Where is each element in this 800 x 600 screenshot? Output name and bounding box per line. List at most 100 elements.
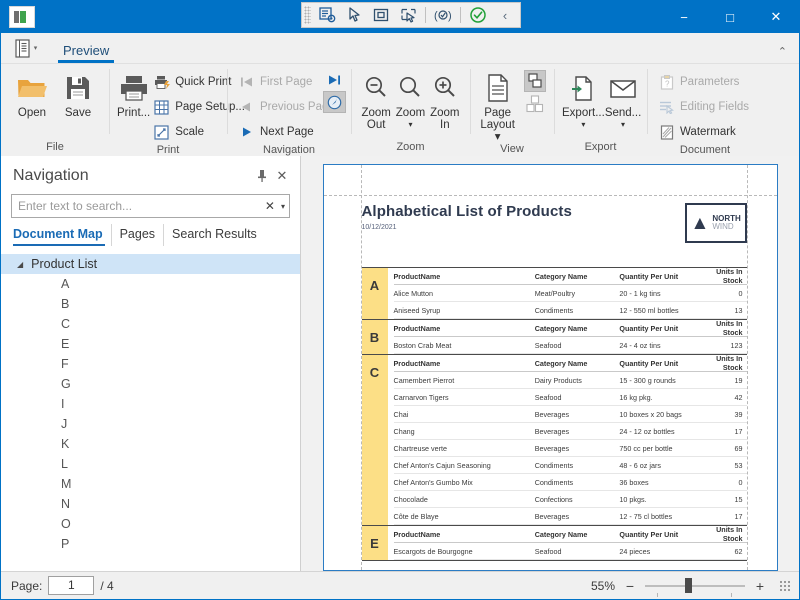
zoom-slider-thumb[interactable] <box>685 578 692 593</box>
table-cell: 16 kg pkg. <box>619 392 653 402</box>
document-map-item[interactable]: G <box>1 374 300 394</box>
table-cell: Beverages <box>534 409 570 419</box>
facing-view-toggle[interactable] <box>524 93 546 115</box>
cursor-arrow-icon[interactable] <box>341 4 367 26</box>
search-box[interactable]: ✕ ▾ <box>11 194 290 218</box>
svg-text:?: ? <box>665 79 670 88</box>
table-header-row: ProductName Category Name Quantity Per Uni… <box>393 354 747 372</box>
document-map-item[interactable]: B <box>1 294 300 314</box>
document-map-item[interactable]: N <box>1 494 300 514</box>
table-cell: Chang <box>393 426 415 436</box>
tab-search-results[interactable]: Search Results <box>163 224 265 246</box>
zoom-slider-tick-left <box>657 592 658 597</box>
close-navigation-icon[interactable]: ✕ <box>272 166 292 186</box>
search-options-icon[interactable]: ▾ <box>279 202 285 211</box>
ribbon: ▾ Preview ⌃ Open Save File Print... Quic… <box>1 33 799 156</box>
select-region-icon[interactable] <box>368 4 394 26</box>
clear-search-icon[interactable]: ✕ <box>261 199 279 213</box>
maximize-button[interactable]: □ <box>707 1 753 33</box>
tab-document-map[interactable]: Document Map <box>11 224 111 246</box>
toolbar-drag-handle[interactable] <box>304 6 311 24</box>
table-cell: 62 <box>734 546 743 556</box>
document-small-buttons: ? Parameters Editing Fields Watermark <box>655 67 754 144</box>
application-menu-button[interactable]: ▾ <box>9 35 43 61</box>
export-button[interactable]: Export... ▾ <box>562 67 605 131</box>
zoom-out-button-status[interactable]: − <box>623 578 637 594</box>
table-cell: Beverages <box>534 426 570 436</box>
search-input[interactable] <box>18 199 261 213</box>
editing-fields-label: Editing Fields <box>680 101 750 113</box>
table-cell: Seafood <box>534 392 562 402</box>
scale-icon <box>153 124 170 141</box>
document-page[interactable]: Alphabetical List of Products 10/12/2021… <box>322 164 778 571</box>
editing-fields-button[interactable]: Editing Fields <box>655 95 754 119</box>
document-map-item[interactable]: I <box>1 394 300 414</box>
preview-area[interactable]: Alphabetical List of Products 10/12/2021… <box>301 156 799 571</box>
document-map-item[interactable]: K <box>1 434 300 454</box>
parameters-icon: ? <box>658 74 675 91</box>
ribbon-group-print: Print... Quick Print Page Setup... Scale… <box>109 64 245 156</box>
zoom-in-icon <box>432 71 458 105</box>
open-button[interactable]: Open <box>9 67 55 119</box>
first-page-icon <box>238 74 255 91</box>
resize-grip[interactable] <box>779 579 791 592</box>
table-cell: 750 cc per bottle <box>619 443 673 453</box>
save-button[interactable]: Save <box>55 67 101 119</box>
svg-text:(: ( <box>434 10 438 22</box>
document-map-item[interactable]: C <box>1 314 300 334</box>
ribbon-collapse-icon[interactable]: ⌃ <box>778 45 787 58</box>
collapse-left-icon[interactable]: ‹ <box>492 4 518 26</box>
document-map-items: ABCEFGIJKLMNOP <box>1 274 300 554</box>
zoom-dropdown-button[interactable]: Zoom ▾ <box>393 67 427 131</box>
next-page-button[interactable]: Next Page <box>235 120 340 144</box>
pin-icon[interactable] <box>252 166 272 186</box>
section-rows: ProductName Category Name Quantity Per Uni… <box>388 525 747 560</box>
zoom-in-button-status[interactable]: + <box>753 578 767 594</box>
watermark-button[interactable]: Watermark <box>655 120 754 144</box>
page-navigator: Page: 1 / 4 <box>11 576 114 595</box>
group-title-file: File <box>46 141 64 153</box>
table-row: Escargots de Bourgogne Seafood 24 pieces 62 <box>393 543 747 560</box>
document-map-item[interactable]: J <box>1 414 300 434</box>
last-page-button[interactable] <box>324 70 345 90</box>
print-button[interactable]: Print... <box>117 67 150 119</box>
inspect-element-icon[interactable] <box>314 4 340 26</box>
send-button[interactable]: Send... ▾ <box>605 67 641 131</box>
quick-print-icon <box>153 74 170 91</box>
zoom-slider[interactable] <box>645 578 745 597</box>
document-map-item[interactable]: M <box>1 474 300 494</box>
document-map-item[interactable]: O <box>1 514 300 534</box>
tab-pages[interactable]: Pages <box>110 224 163 246</box>
confirm-check-icon[interactable] <box>465 4 491 26</box>
section-letter: E <box>361 526 388 560</box>
close-button[interactable]: ✕ <box>753 1 799 33</box>
send-label: Send... <box>604 107 642 119</box>
table-row: Carnarvon Tigers Seafood 16 kg pkg. 42 <box>393 389 747 406</box>
pick-element-icon[interactable] <box>395 4 421 26</box>
last-page-icon <box>326 72 343 89</box>
column-header: ProductName <box>393 323 441 333</box>
window-controls: − □ ✕ <box>661 1 799 33</box>
document-map-item[interactable]: A <box>1 274 300 294</box>
tab-preview[interactable]: Preview <box>51 39 121 63</box>
continuous-view-toggle[interactable] <box>524 70 546 92</box>
document-map-item[interactable]: P <box>1 534 300 554</box>
minimize-button[interactable]: − <box>661 1 707 33</box>
document-map-item[interactable]: F <box>1 354 300 374</box>
zoom-out-button[interactable]: Zoom Out <box>359 67 393 131</box>
parameters-button[interactable]: ? Parameters <box>655 70 754 94</box>
document-map-item[interactable]: L <box>1 454 300 474</box>
zoom-in-button[interactable]: Zoom In <box>428 67 462 131</box>
group-title-zoom: Zoom <box>396 141 425 153</box>
record-icon[interactable]: ( ) <box>430 4 456 26</box>
section-rows: ProductName Category Name Quantity Per Uni… <box>388 267 747 319</box>
document-map-root[interactable]: ◢ Product List <box>1 254 300 274</box>
group-title-export: Export <box>584 141 617 153</box>
zoom-icon <box>397 71 423 105</box>
page-layout-button[interactable]: Page Layout ▾ <box>478 67 517 143</box>
page-number-input[interactable]: 1 <box>48 576 95 595</box>
floating-inspector-toolbar[interactable]: ( ) ‹ <box>301 2 521 28</box>
page-thumbnails-button[interactable] <box>323 91 346 113</box>
expander-icon[interactable]: ◢ <box>17 260 23 269</box>
document-map-item[interactable]: E <box>1 334 300 354</box>
